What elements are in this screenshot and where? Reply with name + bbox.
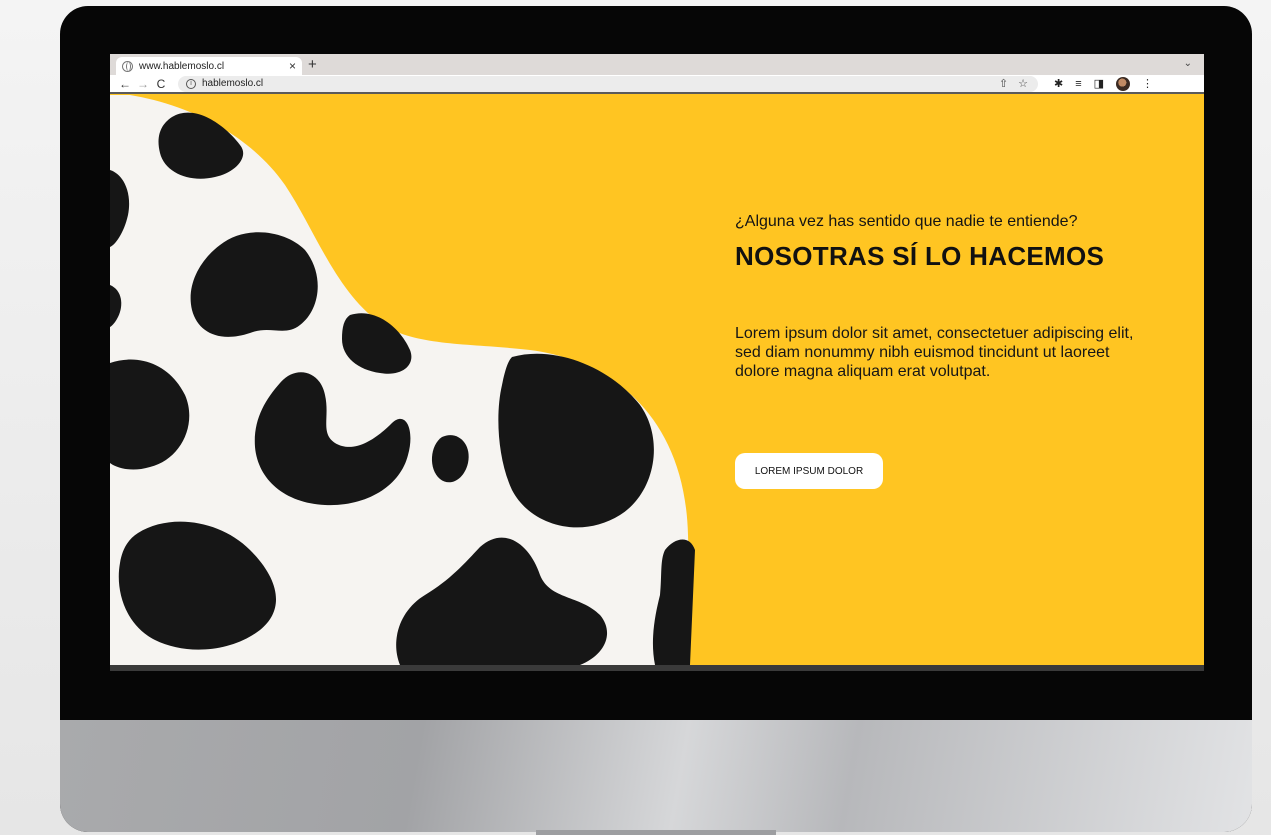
cow-pattern-illustration xyxy=(110,95,695,665)
menu-kebab-icon[interactable]: ⋮ xyxy=(1142,77,1153,90)
puzzle-icon[interactable]: ✱ xyxy=(1054,77,1063,90)
address-bar[interactable]: i hablemoslo.cl ⇧ ☆ xyxy=(178,75,1038,92)
hero-eyebrow: ¿Alguna vez has sentido que nadie te ent… xyxy=(735,213,1078,230)
monitor-chin xyxy=(60,720,1252,832)
browser-toolbar: ← → C i hablemoslo.cl ⇧ ☆ ✱ ≡ ◨ ⋮ xyxy=(110,75,1204,94)
cta-button[interactable]: LOREM IPSUM DOLOR xyxy=(735,453,883,489)
profile-avatar[interactable] xyxy=(1116,76,1131,91)
landing-page: ¿Alguna vez has sentido que nadie te ent… xyxy=(110,95,1204,665)
bookmark-star-icon[interactable]: ☆ xyxy=(1018,77,1028,90)
monitor-stand xyxy=(536,830,776,835)
reload-button[interactable]: C xyxy=(152,77,170,91)
address-url: hablemoslo.cl xyxy=(202,78,264,89)
hero-text-block: ¿Alguna vez has sentido que nadie te ent… xyxy=(735,213,1175,381)
extensions-area: ✱ ≡ ◨ ⋮ xyxy=(1048,76,1159,91)
new-tab-button[interactable]: + xyxy=(308,56,317,73)
forward-button[interactable]: → xyxy=(134,77,152,91)
reading-list-icon[interactable]: ≡ xyxy=(1075,78,1081,90)
chevron-down-icon[interactable]: ⌄ xyxy=(1184,58,1192,69)
side-panel-icon[interactable]: ◨ xyxy=(1094,77,1104,90)
close-tab-icon[interactable]: × xyxy=(289,59,296,73)
share-icon[interactable]: ⇧ xyxy=(999,77,1008,90)
tab-title: www.hablemoslo.cl xyxy=(139,60,225,72)
monitor-frame: www.hablemoslo.cl × + ⌄ ← → C i hablemos… xyxy=(60,6,1252,832)
back-button[interactable]: ← xyxy=(116,77,134,91)
info-icon[interactable]: i xyxy=(186,78,196,89)
screen: www.hablemoslo.cl × + ⌄ ← → C i hablemos… xyxy=(110,54,1204,671)
browser-tab[interactable]: www.hablemoslo.cl × xyxy=(116,57,302,75)
screen-bottom-edge xyxy=(110,665,1204,671)
tab-strip: www.hablemoslo.cl × + ⌄ xyxy=(110,54,1204,75)
hero-body: Lorem ipsum dolor sit amet, consectetuer… xyxy=(735,325,1134,380)
hero-headline: NOSOTRAS SÍ LO HACEMOS xyxy=(735,241,1105,271)
globe-icon xyxy=(122,60,133,72)
